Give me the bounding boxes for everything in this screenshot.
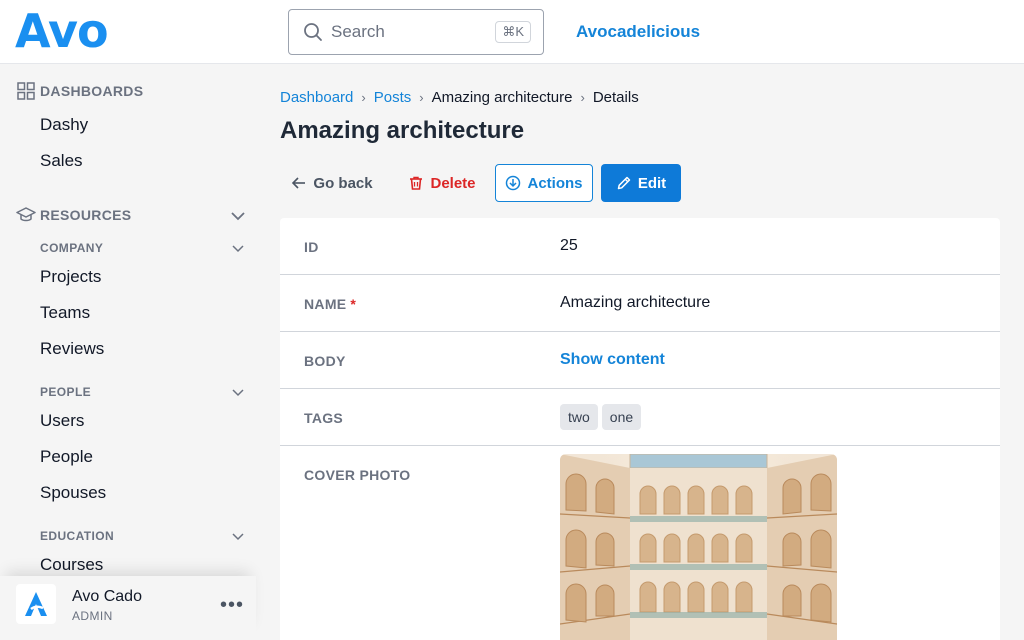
logo-text: Avo xyxy=(15,4,109,58)
sidebar-item-users[interactable]: Users xyxy=(40,411,84,431)
breadcrumb-details: Details xyxy=(592,89,639,106)
field-row-tags: TAGS two one xyxy=(280,389,1000,446)
show-content-link[interactable]: Show content xyxy=(560,351,665,369)
field-row-body: BODY Show content xyxy=(280,332,1000,389)
field-row-name: NAME * Amazing architecture xyxy=(280,275,1000,332)
tag-list: two one xyxy=(560,404,645,430)
go-back-button[interactable]: Go back xyxy=(284,164,380,202)
go-back-label: Go back xyxy=(313,174,373,192)
people-chevron-down-icon[interactable] xyxy=(231,385,245,399)
sidebar-item-spouses[interactable]: Spouses xyxy=(40,483,106,503)
sidebar-item-sales[interactable]: Sales xyxy=(40,151,83,171)
breadcrumb: Dashboard › Posts › Amazing architecture… xyxy=(280,89,639,106)
sidebar-item-courses[interactable]: Courses xyxy=(40,555,103,575)
user-menu-button[interactable]: ••• xyxy=(220,594,244,617)
field-label: ID xyxy=(304,239,319,255)
field-value: Amazing architecture xyxy=(560,294,711,311)
sidebar-item-dashy[interactable]: Dashy xyxy=(40,115,88,135)
avatar[interactable] xyxy=(16,584,56,624)
top-bar: Avo Search ⌘K Avocadelicious xyxy=(0,0,1024,64)
resources-chevron-down-icon[interactable] xyxy=(230,208,246,224)
breadcrumb-chevron-icon: › xyxy=(419,90,424,105)
page-title: Amazing architecture xyxy=(280,117,525,144)
actions-button[interactable]: Actions xyxy=(495,164,593,202)
company-chevron-down-icon[interactable] xyxy=(231,241,245,255)
tag: two xyxy=(560,404,598,430)
field-label: COVER PHOTO xyxy=(304,467,411,483)
user-role: ADMIN xyxy=(72,609,113,623)
delete-button[interactable]: Delete xyxy=(397,164,487,202)
field-label: TAGS xyxy=(304,410,344,426)
field-label-wrapper: NAME * xyxy=(304,296,356,312)
user-profile-card: Avo Cado ADMIN ••• xyxy=(0,576,256,640)
field-label: BODY xyxy=(304,353,346,369)
field-label: NAME xyxy=(304,296,347,312)
arrow-left-icon xyxy=(292,177,306,189)
sidebar: DASHBOARDS Dashy Sales RESOURCES COMPANY… xyxy=(0,64,256,640)
trash-icon xyxy=(410,176,423,190)
sidebar-item-projects[interactable]: Projects xyxy=(40,267,101,287)
breadcrumb-record: Amazing architecture xyxy=(431,89,573,106)
delete-label: Delete xyxy=(430,174,476,192)
resources-section-header[interactable]: RESOURCES xyxy=(16,205,131,225)
avo-logo[interactable]: Avo xyxy=(15,4,109,58)
sidebar-item-people[interactable]: People xyxy=(40,447,93,467)
dashboards-section-header: DASHBOARDS xyxy=(16,81,143,101)
avo-logo-icon xyxy=(25,592,47,616)
group-header-people[interactable]: PEOPLE xyxy=(40,385,91,399)
breadcrumb-chevron-icon: › xyxy=(580,90,585,105)
download-circle-icon xyxy=(506,175,521,191)
details-panel: ID 25 NAME * Amazing architecture BODY Sh… xyxy=(280,218,1000,640)
education-chevron-down-icon[interactable] xyxy=(231,529,245,543)
search-shortcut: ⌘K xyxy=(495,21,531,43)
search-placeholder: Search xyxy=(331,22,385,41)
actions-label: Actions xyxy=(527,174,583,192)
breadcrumb-posts[interactable]: Posts xyxy=(374,89,412,106)
resources-title: RESOURCES xyxy=(40,207,132,223)
grid-icon xyxy=(17,82,35,100)
required-marker: * xyxy=(350,296,357,312)
group-header-company[interactable]: COMPANY xyxy=(40,241,103,255)
group-header-education[interactable]: EDUCATION xyxy=(40,529,114,543)
breadcrumb-dashboard[interactable]: Dashboard xyxy=(280,89,353,106)
sidebar-item-reviews[interactable]: Reviews xyxy=(40,339,104,359)
search-input[interactable]: Search ⌘K xyxy=(288,9,544,55)
cover-photo-image[interactable] xyxy=(560,454,837,640)
edit-label: Edit xyxy=(637,174,667,192)
sidebar-item-teams[interactable]: Teams xyxy=(40,303,90,323)
tag: one xyxy=(601,404,642,430)
edit-button[interactable]: Edit xyxy=(601,164,681,202)
breadcrumb-chevron-icon: › xyxy=(361,90,366,105)
dashboards-title: DASHBOARDS xyxy=(40,83,144,99)
pencil-icon xyxy=(617,176,631,190)
field-row-id: ID 25 xyxy=(280,218,1000,275)
graduation-cap-icon xyxy=(16,207,36,222)
search-icon xyxy=(304,23,322,41)
field-value: 25 xyxy=(560,237,578,254)
user-name: Avo Cado xyxy=(72,588,142,605)
architecture-photo xyxy=(560,454,837,640)
app-name-link[interactable]: Avocadelicious xyxy=(576,22,700,42)
